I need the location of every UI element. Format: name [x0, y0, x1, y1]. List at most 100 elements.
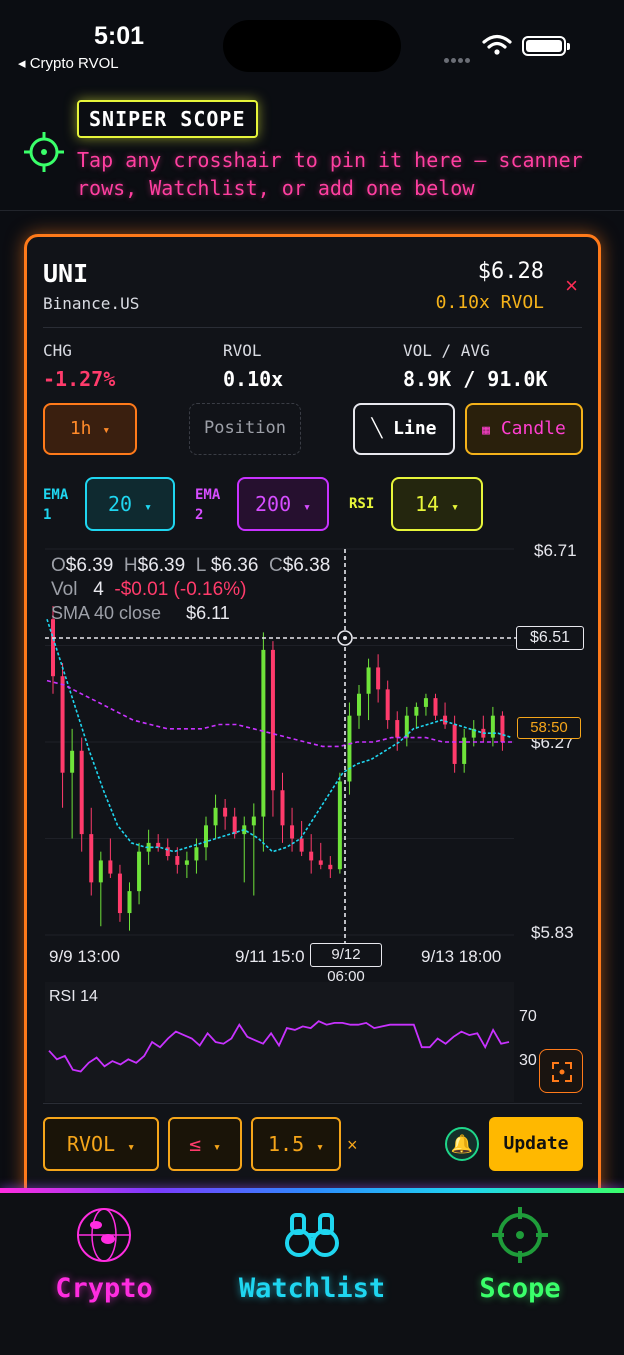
candle-body	[357, 693, 361, 716]
alert-operator-select[interactable]: ≤ ▾	[168, 1117, 242, 1171]
sniper-scope-hint: Tap any crosshair to pin it here — scann…	[77, 148, 583, 200]
clear-alert-button[interactable]: ×	[347, 1135, 358, 1156]
rsi-label: RSI	[349, 496, 375, 512]
chevron-down-icon: ▾	[303, 500, 311, 515]
candle-body	[89, 834, 94, 883]
globe-icon	[77, 1208, 131, 1262]
fullscreen-button[interactable]	[539, 1049, 583, 1093]
tab-crypto-label: Crypto	[55, 1273, 153, 1304]
tab-crypto[interactable]: Crypto	[0, 1201, 208, 1311]
candle-body	[60, 676, 65, 773]
ohlc-legend: O$6.39 H$6.39 L $6.36 C$6.38	[51, 555, 331, 576]
candle-body	[137, 851, 142, 892]
tab-bar: Crypto Watchlist Scope	[0, 1193, 624, 1355]
rvol-multiple: 0.10x RVOL	[435, 292, 544, 313]
high-value: $6.39	[137, 555, 186, 576]
wifi-icon	[482, 34, 512, 55]
candle-body	[328, 864, 333, 870]
rsi-lower-label: 30	[519, 1052, 537, 1069]
chevron-down-icon: ▾	[102, 423, 111, 438]
x-tick-label: 9/11 15:0	[235, 947, 305, 966]
candle-body	[347, 715, 352, 782]
candle-body	[404, 715, 409, 738]
low-value: $6.36	[210, 555, 259, 576]
battery-icon	[522, 36, 570, 56]
candle-body	[261, 649, 266, 817]
candle-body	[376, 667, 381, 690]
candle-body	[490, 715, 495, 738]
candle-body	[299, 838, 304, 852]
candle-body	[423, 698, 428, 707]
alert-operator-value: ≤	[189, 1132, 202, 1156]
exchange-name: Binance.US	[43, 294, 140, 313]
candle-mode-button[interactable]: ▦ Candle	[465, 403, 583, 455]
line-icon: ╲	[371, 418, 383, 439]
candle-body	[500, 715, 505, 742]
candle-body	[79, 750, 84, 835]
chevron-down-icon: ▾	[144, 500, 152, 515]
dynamic-island	[223, 20, 401, 72]
close-value: $6.38	[282, 555, 331, 576]
rvol-value: 0.10x	[223, 367, 284, 391]
back-to-app-link[interactable]: ◂ Crypto RVOL	[18, 54, 119, 72]
candle-body	[184, 860, 189, 865]
alert-value-select[interactable]: 1.5 ▾	[251, 1117, 341, 1171]
candle-body	[175, 856, 180, 865]
sma-label: SMA 40 close	[51, 603, 162, 623]
status-time: 5:01	[94, 22, 145, 50]
chg-value: -1.27%	[43, 367, 116, 391]
sma-legend: SMA 40 close $6.11	[51, 603, 230, 624]
candle-body	[213, 807, 218, 826]
candle-body	[309, 851, 314, 861]
update-alert-button[interactable]: Update	[489, 1117, 583, 1171]
line-label: Line	[393, 418, 437, 439]
open-value: $6.39	[65, 555, 114, 576]
tab-scope-label: Scope	[479, 1273, 561, 1304]
sniper-scope-header: SNIPER SCOPE Tap any crosshair to pin it…	[0, 90, 624, 211]
ema2-label: EMA 2	[195, 487, 221, 523]
candle-body	[385, 689, 390, 721]
ema1-select[interactable]: 20 ▾	[85, 477, 175, 531]
fullscreen-icon	[552, 1062, 572, 1082]
position-button[interactable]: Position	[189, 403, 301, 455]
price-chart[interactable]: O$6.39 H$6.39 L $6.36 C$6.38 Vol 4 -$0.0…	[27, 541, 598, 987]
binoculars-icon	[285, 1213, 339, 1257]
candle-body	[443, 715, 448, 725]
crosshair-icon	[24, 132, 64, 172]
candle-body	[270, 649, 275, 791]
candle-body	[280, 790, 285, 826]
chevron-down-icon: ▾	[127, 1140, 136, 1155]
alert-field-value: RVOL	[66, 1132, 116, 1156]
rsi-select[interactable]: 14 ▾	[391, 477, 483, 531]
candle-body	[452, 724, 457, 764]
rvol-label: RVOL	[223, 341, 262, 360]
rsi-value: 14	[415, 492, 440, 516]
candle-body	[251, 816, 256, 826]
bell-icon[interactable]: 🔔	[445, 1127, 479, 1161]
tab-watchlist[interactable]: Watchlist	[208, 1201, 416, 1311]
timeframe-select[interactable]: 1h ▾	[43, 403, 137, 455]
candle-body	[70, 750, 75, 773]
alert-field-select[interactable]: RVOL ▾	[43, 1117, 159, 1171]
last-price: $6.28	[477, 259, 544, 284]
candle-body	[366, 667, 371, 694]
candle-body	[318, 860, 323, 865]
vol-avg-value: 8.9K / 91.0K	[403, 367, 548, 391]
vol-change: -$0.01 (-0.16%)	[114, 579, 247, 600]
pinned-symbol-card: UNI Binance.US $6.28 0.10x RVOL × CHG -1…	[24, 234, 601, 1214]
rsi-pane-title: RSI 14	[49, 988, 98, 1005]
candle-label: Candle	[500, 418, 566, 439]
candle-body	[290, 825, 295, 839]
candle-icon: ▦	[482, 423, 490, 438]
ema2-select[interactable]: 200 ▾	[237, 477, 329, 531]
tab-scope[interactable]: Scope	[416, 1201, 624, 1311]
timeframe-value: 1h	[69, 418, 92, 439]
y-axis-bottom-label: $5.83	[531, 923, 574, 942]
sma40-line	[46, 679, 512, 748]
unpin-close-button[interactable]: ×	[565, 273, 578, 299]
candle-body	[433, 698, 438, 716]
rsi-upper-label: 70	[519, 1008, 537, 1025]
alert-threshold-value: 1.5	[268, 1132, 305, 1156]
y-axis-top-label: $6.71	[534, 541, 577, 560]
line-mode-button[interactable]: ╲ Line	[353, 403, 455, 455]
